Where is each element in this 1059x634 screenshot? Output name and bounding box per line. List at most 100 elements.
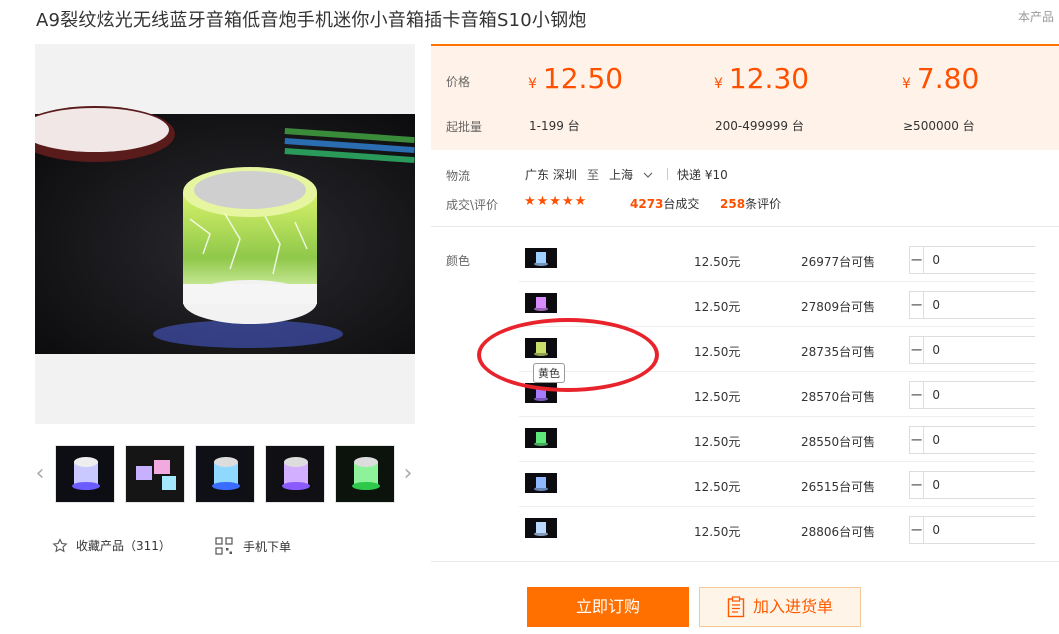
sku-price: 12.50元 (694, 480, 741, 494)
sku-price: 12.50元 (694, 390, 741, 404)
sku-stock: 27809台可售 (801, 300, 876, 314)
add-to-cart-button[interactable]: 加入进货单 (699, 587, 861, 627)
sku-stock: 26515台可售 (801, 480, 876, 494)
decrement-button[interactable]: − (910, 292, 923, 318)
currency-symbol: ¥ (714, 76, 723, 92)
star-outline-icon (52, 537, 68, 552)
quantity-input[interactable] (923, 472, 1059, 498)
logistics-to: 上海 (609, 168, 634, 182)
thumbnail-3[interactable] (195, 445, 255, 503)
divider (667, 168, 668, 180)
favorite-product-link[interactable]: 收藏产品（311） (52, 537, 171, 554)
sku-price: 12.50元 (694, 255, 741, 269)
sku-thumbnail[interactable] (525, 293, 557, 313)
thumbnail-5[interactable] (335, 445, 395, 503)
quantity-stepper[interactable]: −+ (909, 381, 1059, 409)
decrement-button[interactable]: − (910, 472, 923, 498)
logistics-label: 物流 (446, 169, 471, 183)
main-product-image[interactable] (35, 44, 415, 424)
sku-price: 12.50元 (694, 435, 741, 449)
section-divider (431, 561, 1059, 562)
mobile-order-label: 手机下单 (243, 539, 292, 554)
quantity-input[interactable] (923, 247, 1059, 273)
quantity-input[interactable] (923, 337, 1059, 363)
deals-label: 成交\评价 (446, 198, 499, 212)
quantity-stepper[interactable]: −+ (909, 426, 1059, 454)
price-label: 价格 (446, 75, 471, 89)
thumbnail-4[interactable] (265, 445, 325, 503)
speaker-thumb-icon (266, 446, 324, 502)
speaker-thumb-icon (525, 428, 557, 448)
price-value: 12.50 (542, 62, 624, 95)
speaker-thumb-icon (525, 518, 557, 538)
quantity-input[interactable] (923, 517, 1059, 543)
decrement-button[interactable]: − (910, 382, 923, 408)
section-divider (431, 226, 1059, 227)
sku-stock: 26977台可售 (801, 255, 876, 269)
decrement-button[interactable]: − (910, 247, 923, 273)
quantity-stepper[interactable]: −+ (909, 516, 1059, 544)
sku-price: 12.50元 (694, 345, 741, 359)
currency-symbol: ¥ (528, 76, 537, 92)
clipboard-icon (727, 596, 745, 618)
deals-count-suffix: 台成交 (663, 197, 700, 211)
sku-stock: 28570台可售 (801, 390, 876, 404)
speaker-thumb-icon (126, 446, 184, 502)
moq-tier-2: 200-499999 台 (715, 119, 804, 133)
mobile-order-link[interactable]: 手机下单 (215, 537, 291, 555)
rating-stars-icon: ★★★★★ (524, 194, 588, 209)
annotation-circle (477, 318, 659, 392)
price-tier-2: ¥12.30 (714, 62, 809, 95)
deals-count[interactable]: 4273台成交 (630, 195, 699, 212)
row-divider (519, 506, 1034, 507)
shipping-fee: 快递 ¥10 (677, 168, 728, 182)
speaker-thumb-icon (56, 446, 114, 502)
logistics-to-word: 至 (587, 168, 600, 182)
sku-price: 12.50元 (694, 525, 741, 539)
sku-stock: 28806台可售 (801, 525, 876, 539)
sku-thumbnail[interactable] (525, 428, 557, 448)
currency-symbol: ¥ (902, 76, 911, 92)
row-divider (519, 416, 1034, 417)
price-band (431, 44, 1059, 150)
thumbnail-2[interactable] (125, 445, 185, 503)
sku-price: 12.50元 (694, 300, 741, 314)
sku-stock: 28550台可售 (801, 435, 876, 449)
decrement-button[interactable]: − (910, 427, 923, 453)
corner-note: 本产品 (1018, 10, 1055, 24)
reviews-count[interactable]: 258条评价 (720, 195, 781, 212)
chevron-down-icon (643, 172, 653, 178)
reviews-count-suffix: 条评价 (745, 197, 782, 211)
price-value: 12.30 (728, 62, 810, 95)
decrement-button[interactable]: − (910, 517, 923, 543)
quantity-input[interactable] (923, 292, 1059, 318)
quantity-input[interactable] (923, 382, 1059, 408)
quantity-stepper[interactable]: −+ (909, 291, 1059, 319)
sku-thumbnail[interactable] (525, 248, 557, 268)
speaker-thumb-icon (196, 446, 254, 502)
quantity-input[interactable] (923, 427, 1059, 453)
quantity-stepper[interactable]: −+ (909, 336, 1059, 364)
order-now-button[interactable]: 立即订购 (527, 587, 689, 627)
add-to-cart-label: 加入进货单 (752, 597, 833, 616)
logistics-from: 广东 深圳 (525, 168, 577, 182)
speaker-photo-icon (35, 106, 415, 354)
speaker-thumb-icon (525, 293, 557, 313)
decrement-button[interactable]: − (910, 337, 923, 363)
sku-thumbnail[interactable] (525, 473, 557, 493)
sku-stock: 28735台可售 (801, 345, 876, 359)
thumbnail-1[interactable] (55, 445, 115, 503)
row-divider (519, 461, 1034, 462)
thumb-next-button[interactable]: › (400, 458, 416, 490)
favorite-label: 收藏产品（311） (76, 539, 171, 553)
destination-select[interactable]: 上海 (609, 166, 653, 183)
thumb-prev-button[interactable]: ‹ (32, 458, 48, 490)
price-value: 7.80 (916, 62, 980, 95)
quantity-stepper[interactable]: −+ (909, 471, 1059, 499)
color-label: 颜色 (446, 254, 471, 268)
moq-tier-3: ≥500000 台 (903, 119, 975, 133)
speaker-thumb-icon (336, 446, 394, 502)
quantity-stepper[interactable]: −+ (909, 246, 1059, 274)
reviews-count-value: 258 (720, 197, 746, 211)
sku-thumbnail[interactable] (525, 518, 557, 538)
